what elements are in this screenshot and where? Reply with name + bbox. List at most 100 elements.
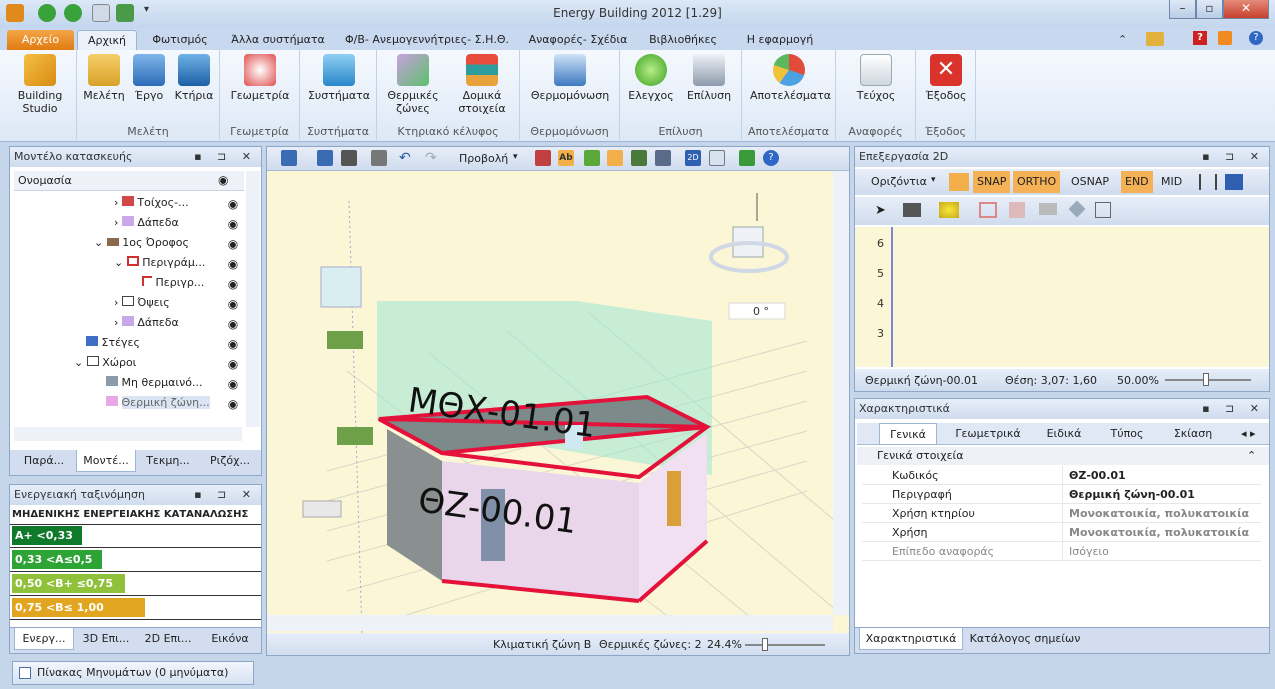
zoom-slider-thumb[interactable] bbox=[762, 638, 768, 651]
tab-documentation[interactable]: Τεκμη... bbox=[138, 450, 198, 472]
visibility-eye-icon[interactable]: ◉ bbox=[222, 197, 244, 211]
measure-icon[interactable] bbox=[1199, 174, 1217, 190]
visibility-eye-icon[interactable]: ◉ bbox=[222, 257, 244, 271]
prop-value[interactable]: Ισόγειο bbox=[1062, 542, 1261, 561]
tab-characteristics[interactable]: Χαρακτηριστικά bbox=[859, 628, 963, 650]
tree-row-floors-2[interactable]: › Δάπεδα bbox=[114, 313, 179, 333]
tab-home[interactable]: Αρχική bbox=[77, 30, 137, 50]
tab-image[interactable]: Εικόνα bbox=[200, 628, 260, 650]
tree-row-perimeter-child[interactable]: Περιγρ... bbox=[142, 273, 204, 293]
help-icon[interactable]: ? bbox=[1249, 31, 1263, 45]
collapse-icon[interactable]: ⌃ bbox=[1247, 449, 1256, 462]
minimize-button[interactable]: – bbox=[1169, 0, 1196, 19]
thermikes-zones-button[interactable]: Θερμικές ζώνες bbox=[385, 54, 441, 115]
thermomonosi-button[interactable]: Θερμομόνωση bbox=[530, 54, 610, 102]
tab-points-list[interactable]: Κατάλογος σημείων bbox=[967, 628, 1083, 650]
building-studio-button[interactable]: Building Studio bbox=[10, 54, 70, 115]
visibility-eye-icon[interactable]: ◉ bbox=[222, 297, 244, 311]
tab-pv[interactable]: Φ/Β- Ανεμογεννήτριες- Σ.Η.Θ. bbox=[343, 30, 511, 50]
help-book-icon[interactable]: ? bbox=[1193, 31, 1207, 45]
view-3d-hscrollbar[interactable] bbox=[267, 615, 833, 631]
wall-tool-icon[interactable] bbox=[1009, 202, 1025, 218]
save-icon[interactable] bbox=[281, 150, 297, 166]
monitor-icon[interactable] bbox=[655, 150, 671, 166]
visibility-eye-icon[interactable]: ◉ bbox=[222, 397, 244, 411]
tab-reports[interactable]: Αναφορές- Σχέδια bbox=[523, 30, 633, 50]
osnap-toggle[interactable]: OSNAP bbox=[1067, 171, 1113, 193]
help-icon[interactable]: ? bbox=[763, 150, 779, 166]
epilysi-button[interactable]: Επίλυση bbox=[682, 54, 736, 102]
teuxos-button[interactable]: Τεύχος bbox=[844, 54, 908, 102]
section-header[interactable]: Γενικά στοιχεία ⌃ bbox=[857, 447, 1269, 465]
layers-icon[interactable] bbox=[535, 150, 551, 166]
systimata-button[interactable]: Συστήματα bbox=[306, 54, 372, 102]
scene-3d[interactable]: ΜΘΧ-01.01 ΘΖ-00.01 0 ° bbox=[267, 171, 850, 635]
tab-root[interactable]: Ριζόχ... bbox=[200, 450, 260, 472]
tab-2d-edit[interactable]: 2D Επι... bbox=[138, 628, 198, 650]
geometria-button[interactable]: Γεωμετρία bbox=[228, 54, 292, 102]
tab-libraries[interactable]: Βιβλιοθήκες bbox=[645, 30, 721, 50]
terrain-icon[interactable] bbox=[631, 150, 647, 166]
mid-toggle[interactable]: MID bbox=[1157, 171, 1186, 193]
close-button[interactable]: ✕ bbox=[1223, 0, 1269, 19]
apotelesmata-button[interactable]: Αποτελέσματα bbox=[750, 54, 831, 102]
camera-icon[interactable] bbox=[341, 150, 357, 166]
visibility-eye-icon[interactable]: ◉ bbox=[222, 217, 244, 231]
view-3d-vscrollbar[interactable] bbox=[833, 171, 849, 615]
tree-row-perimeter[interactable]: ⌄ Περιγράμ... bbox=[114, 253, 205, 273]
labels-toggle-icon[interactable]: Ab bbox=[558, 150, 574, 166]
edit-2d-canvas[interactable]: 6 5 4 3 bbox=[855, 227, 1269, 367]
meleti-button[interactable]: Μελέτη bbox=[83, 54, 125, 102]
tree-row-floors[interactable]: › Δάπεδα bbox=[114, 213, 179, 233]
eye-icon[interactable]: ◉ bbox=[218, 173, 228, 187]
messages-button[interactable]: Πίνακας Μηνυμάτων (0 μηνύματα) bbox=[12, 661, 254, 685]
end-toggle[interactable]: END bbox=[1121, 171, 1153, 193]
visibility-eye-icon[interactable]: ◉ bbox=[222, 317, 244, 331]
ergo-button[interactable]: Έργο bbox=[129, 54, 169, 102]
tab-type[interactable]: Τύπος bbox=[1107, 423, 1147, 445]
tab-general[interactable]: Γενικά bbox=[879, 423, 937, 445]
save-as-icon[interactable] bbox=[317, 150, 333, 166]
tree-vscrollbar[interactable] bbox=[246, 171, 260, 427]
view-dropdown[interactable]: Προβολή bbox=[459, 152, 508, 165]
zoom-2d-thumb[interactable] bbox=[1203, 373, 1209, 386]
view-dropdown-arrow-icon[interactable]: ▾ bbox=[513, 152, 518, 162]
snap-toggle[interactable]: SNAP bbox=[973, 171, 1011, 193]
panel-buttons[interactable]: ▪ ⊐ ✕ bbox=[1202, 399, 1265, 419]
tab-3d-edit[interactable]: 3D Επι... bbox=[76, 628, 136, 650]
redo-icon[interactable]: ↷ bbox=[425, 150, 441, 166]
ktiria-button[interactable]: Κτήρια bbox=[172, 54, 216, 102]
tab-parameters[interactable]: Παρά... bbox=[14, 450, 74, 472]
prop-value[interactable]: Θερμική ζώνη-00.01 bbox=[1062, 485, 1261, 504]
domika-button[interactable]: Δομικά στοιχεία bbox=[449, 54, 515, 115]
grid-tool-icon[interactable] bbox=[1095, 202, 1111, 218]
2d-toggle-icon[interactable]: 2D bbox=[685, 150, 701, 166]
tab-scroll-arrows-icon[interactable]: ◂ ▸ bbox=[1241, 427, 1256, 440]
prop-row-code[interactable]: Κωδικός ΘΖ-00.01 bbox=[862, 466, 1261, 485]
tab-other-systems[interactable]: Άλλα συστήματα bbox=[225, 30, 331, 50]
prop-value[interactable]: ΘΖ-00.01 bbox=[1062, 466, 1261, 485]
panel-buttons[interactable]: ▪ ⊐ ✕ bbox=[1202, 147, 1265, 167]
prop-row-building-use[interactable]: Χρήση κτηρίου Μονοκατοικία, πολυκατοικία bbox=[862, 504, 1261, 523]
key-icon[interactable] bbox=[1146, 32, 1164, 46]
panel-buttons[interactable]: ▪ ⊐ ✕ bbox=[194, 147, 257, 167]
tree-row-roofs[interactable]: Στέγες bbox=[86, 333, 140, 353]
elegxos-button[interactable]: Ελεγχος bbox=[626, 54, 676, 102]
panel-buttons[interactable]: ▪ ⊐ ✕ bbox=[194, 485, 257, 505]
tab-geometric[interactable]: Γεωμετρικά bbox=[953, 423, 1023, 445]
tab-lighting[interactable]: Φωτισμός bbox=[145, 30, 215, 50]
nodes-icon[interactable] bbox=[939, 202, 959, 218]
tab-model[interactable]: Μοντέ... bbox=[76, 450, 136, 472]
visibility-eye-icon[interactable]: ◉ bbox=[222, 237, 244, 251]
prop-value[interactable]: Μονοκατοικία, πολυκατοικία bbox=[1062, 504, 1261, 523]
tree-row-first-floor[interactable]: ⌄ 1ος Όροφος bbox=[94, 233, 189, 253]
maximize-button[interactable]: ▫ bbox=[1196, 0, 1223, 19]
tree-row-thermal-zone[interactable]: Θερμική ζώνη... bbox=[106, 393, 210, 413]
diamond-tool-icon[interactable] bbox=[1068, 200, 1086, 218]
grid-snap-icon[interactable] bbox=[949, 173, 969, 191]
orientation-dropdown-arrow-icon[interactable]: ▾ bbox=[931, 175, 936, 185]
rss-icon[interactable] bbox=[1218, 31, 1232, 45]
prop-row-use[interactable]: Χρήση Μονοκατοικία, πολυκατοικία bbox=[862, 523, 1261, 542]
visibility-eye-icon[interactable]: ◉ bbox=[222, 277, 244, 291]
tree-row-spaces[interactable]: ⌄ Χώροι bbox=[74, 353, 136, 373]
